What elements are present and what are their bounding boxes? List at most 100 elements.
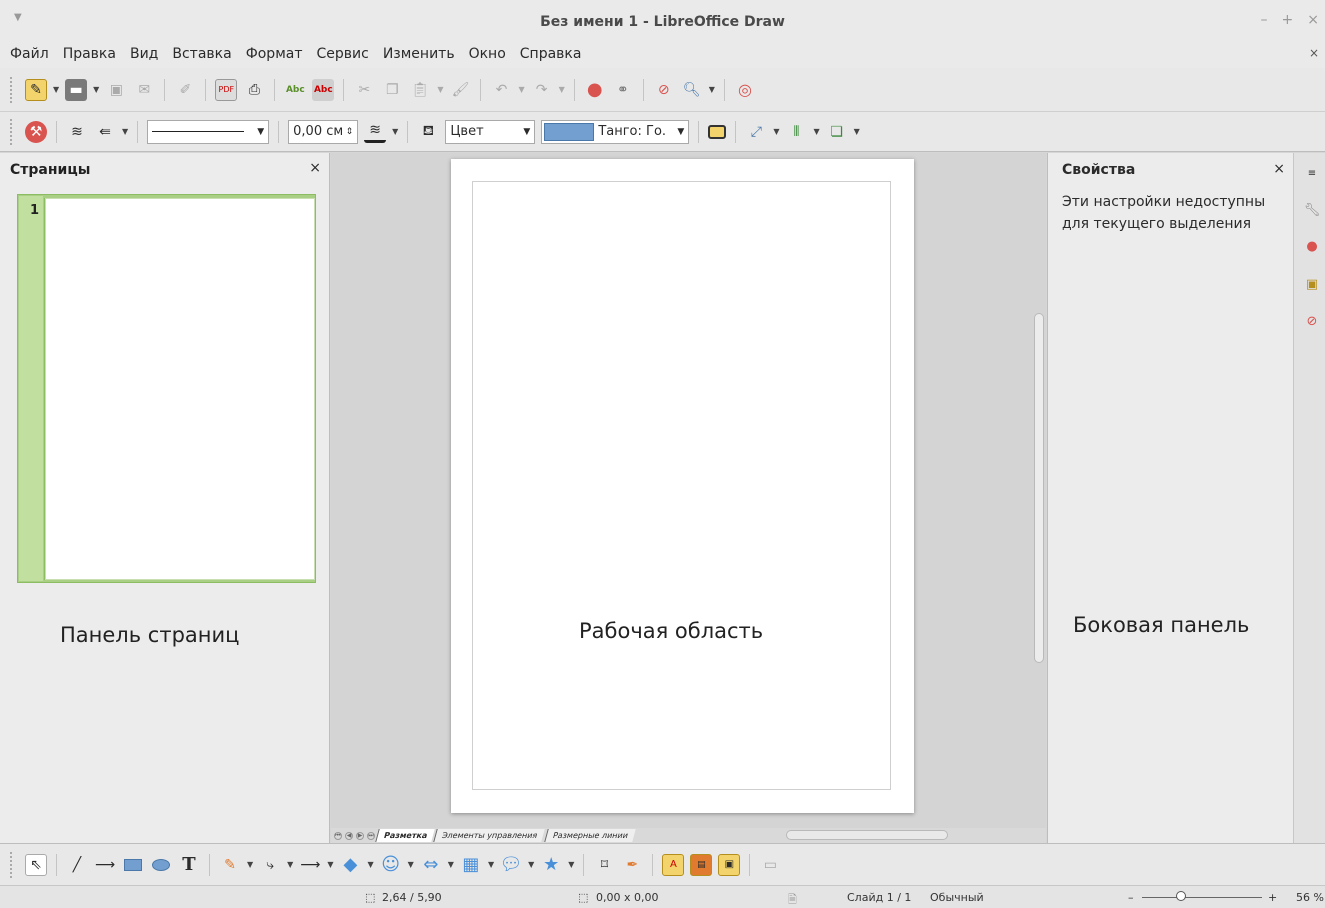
shadow-icon[interactable]: [708, 124, 727, 139]
connector-dropdown-icon[interactable]: ▼: [287, 860, 293, 869]
fill-color-select[interactable]: Танго: Го. ▼: [541, 119, 690, 144]
curve-tool-icon[interactable]: ✎: [219, 854, 241, 876]
pages-panel-close-icon[interactable]: ×: [309, 160, 321, 176]
zoom-level[interactable]: 56 %: [1296, 891, 1324, 904]
arrange-dropdown-icon[interactable]: ▼: [854, 127, 860, 136]
arrow-style-dropdown-icon[interactable]: ▼: [122, 127, 128, 136]
tab-layout[interactable]: Разметка: [375, 829, 436, 842]
page-thumbnail[interactable]: 1: [17, 194, 316, 583]
workspace[interactable]: Рабочая область: [331, 153, 1046, 828]
flowchart-dropdown-icon[interactable]: ▼: [488, 860, 494, 869]
insert-image-icon[interactable]: ▤: [690, 853, 713, 876]
area-style-select[interactable]: Цвет ▼: [445, 119, 536, 144]
zoom-icon[interactable]: 🔍︎: [681, 79, 703, 101]
symbol-shapes-dropdown-icon[interactable]: ▼: [408, 860, 414, 869]
horizontal-scrollbar[interactable]: [786, 830, 948, 840]
undo-icon[interactable]: ↶: [490, 79, 512, 101]
toolbar-grip[interactable]: [10, 76, 14, 103]
callouts-dropdown-icon[interactable]: ▼: [528, 860, 534, 869]
open-folder-icon[interactable]: ▬: [65, 78, 88, 101]
menu-window[interactable]: Окно: [469, 46, 506, 62]
clone-formatting-icon[interactable]: 🖌︎: [449, 79, 471, 101]
drawing-page[interactable]: Рабочая область: [451, 159, 914, 813]
line-tool-icon[interactable]: ╱: [66, 854, 88, 876]
rectangle-tool-icon[interactable]: [122, 854, 144, 876]
gallery-toolbar-icon[interactable]: ▣: [718, 853, 741, 876]
menu-file[interactable]: Файл: [10, 46, 49, 62]
menu-edit[interactable]: Правка: [63, 46, 116, 62]
copy-icon[interactable]: ❐: [381, 79, 403, 101]
flowchart-icon[interactable]: ▦: [460, 854, 482, 876]
stars-dropdown-icon[interactable]: ▼: [568, 860, 574, 869]
spelling-icon[interactable]: Abc: [284, 79, 306, 101]
styles-icon[interactable]: ●: [1302, 236, 1322, 256]
arrow-line-tool-icon[interactable]: ⟶: [94, 854, 116, 876]
new-dropdown-icon[interactable]: ▼: [53, 85, 59, 94]
fontwork-icon[interactable]: A: [662, 853, 685, 876]
edit-file-icon[interactable]: ✐: [174, 79, 196, 101]
tab-dimension-lines[interactable]: Размерные линии: [543, 829, 636, 842]
basic-shapes-dropdown-icon[interactable]: ▼: [367, 860, 373, 869]
paste-dropdown-icon[interactable]: ▼: [437, 85, 443, 94]
help-lifebuoy-icon[interactable]: ◎: [734, 79, 756, 101]
text-tool-icon[interactable]: T: [178, 854, 200, 876]
tab-controls[interactable]: Элементы управления: [433, 829, 546, 842]
new-document-icon[interactable]: ✎: [25, 78, 47, 101]
line-color-dropdown-icon[interactable]: ▼: [392, 127, 398, 136]
stars-icon[interactable]: ★: [540, 854, 562, 876]
zoom-in-icon[interactable]: +: [1268, 891, 1277, 904]
paste-icon[interactable]: 📋︎: [409, 79, 431, 101]
symbol-shapes-icon[interactable]: ☺: [380, 854, 402, 876]
menu-insert[interactable]: Вставка: [172, 46, 231, 62]
align-dropdown-icon[interactable]: ▼: [813, 127, 819, 136]
open-dropdown-icon[interactable]: ▼: [93, 85, 99, 94]
minimize-button[interactable]: –: [1261, 12, 1268, 28]
transformations-dropdown-icon[interactable]: ▼: [773, 127, 779, 136]
toolbar-grip[interactable]: [10, 118, 14, 145]
zoom-slider[interactable]: [1142, 897, 1262, 898]
extrusion-icon[interactable]: ▭: [759, 854, 781, 876]
block-arrows-dropdown-icon[interactable]: ▼: [448, 860, 454, 869]
close-button[interactable]: ×: [1307, 12, 1319, 28]
prev-tab-icon[interactable]: ◀: [345, 831, 353, 840]
block-arrows-icon[interactable]: ⇔: [420, 854, 442, 876]
ellipse-tool-icon[interactable]: [150, 854, 172, 876]
align-icon[interactable]: ⫴: [785, 121, 807, 143]
redo-icon[interactable]: ↷: [531, 79, 553, 101]
menu-tools[interactable]: Сервис: [317, 46, 369, 62]
sidebar-properties-icon[interactable]: ⚒: [25, 120, 47, 143]
document-modified-icon[interactable]: 🗎︎: [788, 891, 797, 908]
properties-wrench-icon[interactable]: 🔧︎: [1302, 200, 1322, 220]
menu-modify[interactable]: Изменить: [383, 46, 455, 62]
menu-format[interactable]: Формат: [246, 46, 303, 62]
export-pdf-icon[interactable]: PDF: [215, 78, 238, 101]
last-tab-icon[interactable]: ⏭: [367, 831, 375, 840]
zoom-out-icon[interactable]: –: [1128, 891, 1134, 904]
gallery-icon[interactable]: ▣: [1302, 274, 1322, 294]
hyperlink-icon[interactable]: ⚭: [612, 79, 634, 101]
master-layout[interactable]: Обычный: [930, 891, 984, 904]
area-fill-icon[interactable]: ⛾: [417, 121, 439, 143]
arrange-icon[interactable]: ❏: [826, 121, 848, 143]
print-icon[interactable]: ⎙: [243, 79, 265, 101]
connector-tool-icon[interactable]: ⤷: [259, 854, 281, 876]
navigator-sidebar-icon[interactable]: ⊘: [1302, 311, 1322, 331]
transformations-icon[interactable]: ⤢: [745, 121, 767, 143]
lines-arrows-dropdown-icon[interactable]: ▼: [327, 860, 333, 869]
callouts-icon[interactable]: 💬︎: [500, 854, 523, 876]
undo-dropdown-icon[interactable]: ▼: [518, 85, 524, 94]
toolbar-grip[interactable]: [10, 851, 14, 878]
first-tab-icon[interactable]: ⏮: [334, 831, 342, 840]
sidebar-close-icon[interactable]: ×: [1273, 161, 1285, 177]
sidebar-menu-icon[interactable]: ≡: [1302, 163, 1322, 183]
line-color-icon[interactable]: ≋: [364, 121, 387, 143]
maximize-button[interactable]: +: [1282, 12, 1294, 28]
menu-view[interactable]: Вид: [130, 46, 158, 62]
menu-help[interactable]: Справка: [520, 46, 582, 62]
basic-shapes-icon[interactable]: ◆: [339, 854, 361, 876]
cut-icon[interactable]: ✂: [353, 79, 375, 101]
next-tab-icon[interactable]: ▶: [356, 831, 364, 840]
email-icon[interactable]: ✉: [133, 79, 155, 101]
insert-chart-icon[interactable]: ●: [584, 79, 606, 101]
save-icon[interactable]: ▣: [105, 79, 127, 101]
